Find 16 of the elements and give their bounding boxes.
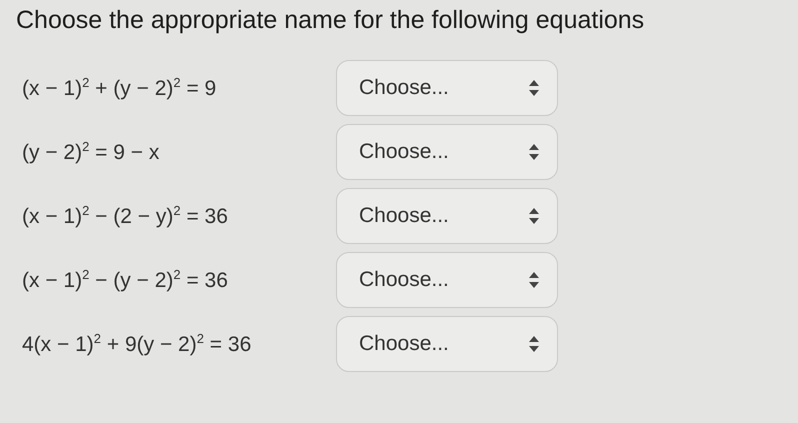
- equation-text: (x − 1)$^{2}$ − (y − 2)$^{2}$ = 36: [22, 267, 229, 293]
- choose-dropdown[interactable]: Choose...: [336, 252, 558, 308]
- choose-dropdown[interactable]: Choose...: [336, 316, 558, 372]
- choose-dropdown[interactable]: Choose...: [336, 60, 558, 116]
- updown-arrows-icon: [529, 208, 539, 224]
- updown-arrows-icon: [529, 336, 539, 352]
- equation-text: (y − 2)$^{2}$ = 9 − x: [22, 139, 160, 165]
- updown-arrows-icon: [529, 272, 539, 288]
- choose-dropdown[interactable]: Choose...: [336, 124, 558, 180]
- equation-text: 4(x − 1)$^{2}$ + 9(y − 2)$^{2}$ = 36: [22, 331, 252, 357]
- updown-arrows-icon: [529, 80, 539, 96]
- equation-text: (x − 1)$^{2}$ + (y − 2)$^{2}$ = 9: [22, 75, 218, 101]
- instruction-heading: Choose the appropriate name for the following equations: [15, 5, 646, 35]
- choose-dropdown[interactable]: Choose...: [336, 188, 558, 244]
- updown-arrows-icon: [529, 144, 539, 160]
- equation-text: (x − 1)$^{2}$ − (2 − y)$^{2}$ = 36: [22, 203, 229, 229]
